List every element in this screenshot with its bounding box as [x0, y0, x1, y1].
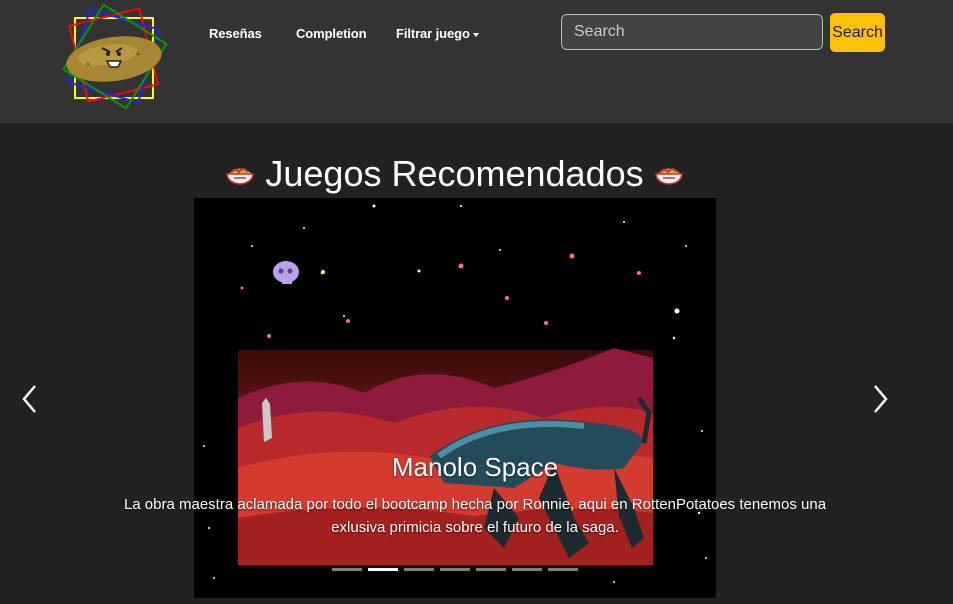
search-button[interactable]: Search: [830, 13, 885, 52]
nav-link-completion[interactable]: Completion: [296, 26, 367, 41]
carousel-indicator[interactable]: [368, 568, 398, 571]
slide-description: La obra maestra aclamada por todo el boo…: [123, 496, 827, 536]
chevron-left-icon[interactable]: [18, 382, 42, 416]
chevron-right-icon[interactable]: [868, 382, 892, 416]
search-input[interactable]: [561, 14, 823, 50]
noodle-bowl-icon: [226, 168, 255, 185]
slide-title: Manolo Space: [391, 452, 559, 482]
section-title-text: Juegos Recomendados: [265, 153, 644, 194]
section-title: Juegos Recomendados: [0, 153, 909, 196]
carousel-indicator[interactable]: [404, 568, 434, 571]
dropdown-label: Filtrar juego: [396, 26, 470, 41]
caret-down-icon: [472, 32, 479, 37]
potato-logo[interactable]: [58, 4, 170, 114]
noodle-bowl-icon: [654, 168, 683, 185]
navbar: Reseñas Completion Filtrar juego Search: [0, 0, 953, 123]
carousel-indicators: [332, 568, 578, 571]
carousel-indicator[interactable]: [332, 568, 362, 571]
nav-dropdown-filtrar-juego[interactable]: Filtrar juego: [396, 26, 479, 41]
nav-link-resenas[interactable]: Reseñas: [209, 26, 262, 41]
carousel-indicator[interactable]: [548, 568, 578, 571]
carousel-indicator[interactable]: [512, 568, 542, 571]
carousel-indicator[interactable]: [476, 568, 506, 571]
slide-caption: Manolo Space La obra maestra aclamada po…: [110, 452, 840, 539]
carousel-indicator[interactable]: [440, 568, 470, 571]
